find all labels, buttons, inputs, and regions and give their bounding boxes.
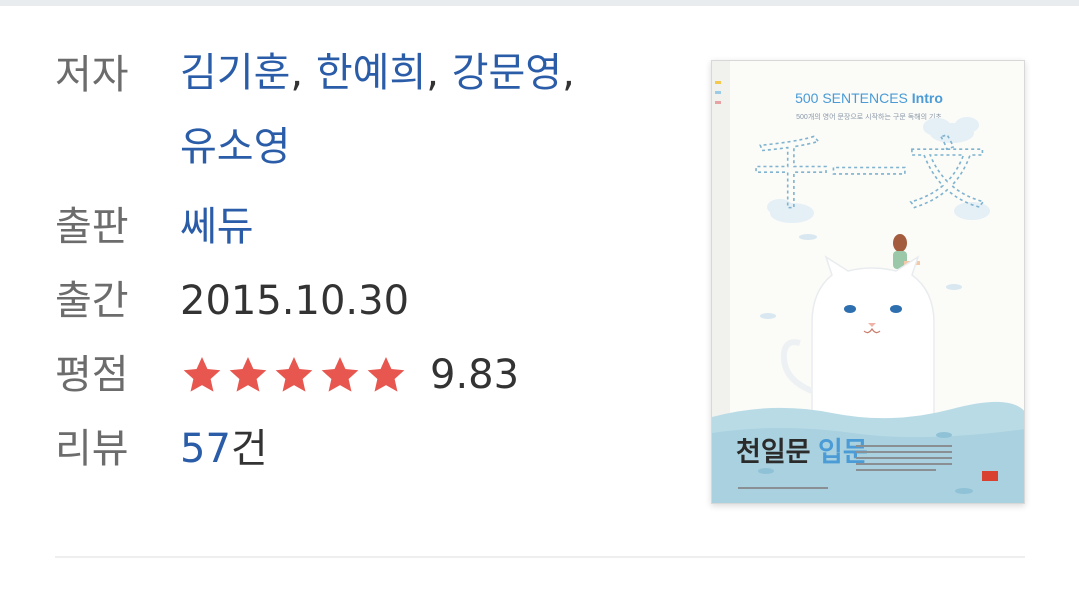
cover-tagline: 500개의 영어 문장으로 시작하는 구문 독해의 기초 [796, 112, 942, 121]
author-link-2[interactable]: 한예희 [316, 50, 426, 96]
review-count[interactable]: 57 [180, 426, 231, 472]
cover-art: 500 SENTENCES Intro 500개의 영어 문장으로 시작하는 구… [712, 61, 1024, 503]
author-separator: , [426, 50, 452, 96]
cover-big-title: 千一文 [752, 130, 986, 220]
rating-row: 평점 9.83 [55, 350, 675, 400]
author-list: 김기훈, 한예희, 강문영, 유소영 [180, 36, 650, 184]
cover-series: 500 SENTENCES Intro [795, 90, 943, 106]
review-row: 리뷰 57건 [55, 424, 675, 474]
bottom-divider [55, 556, 1025, 558]
book-info: 저자 김기훈, 한예희, 강문영, 유소영 출판 쎄듀 출간 2015.10.3… [55, 50, 675, 498]
author-link-4[interactable]: 유소영 [180, 124, 290, 170]
rating-score: 9.83 [430, 352, 520, 398]
author-link-1[interactable]: 김기훈 [180, 50, 290, 96]
publisher-label: 출판 [55, 204, 129, 250]
publication-date: 2015.10.30 [180, 278, 410, 324]
publisher-logo [982, 471, 998, 481]
author-label: 저자 [55, 52, 129, 98]
review-label: 리뷰 [55, 426, 129, 472]
book-cover-image[interactable]: 500 SENTENCES Intro 500개의 영어 문장으로 시작하는 구… [711, 60, 1025, 504]
date-label: 출간 [55, 278, 129, 324]
top-divider [0, 0, 1079, 6]
review-count-link[interactable]: 57건 [180, 424, 268, 474]
author-row: 저자 김기훈, 한예희, 강문영, 유소영 [55, 50, 675, 184]
rating-value-group: 9.83 [180, 350, 519, 400]
cover-title: 천일문 입문 [736, 437, 868, 467]
author-separator: , [290, 50, 316, 96]
rating-stars [180, 353, 408, 397]
author-separator: , [562, 50, 575, 96]
date-row: 출간 2015.10.30 [55, 276, 675, 326]
publisher-link[interactable]: 쎄듀 [180, 202, 254, 252]
rating-label: 평점 [55, 352, 129, 398]
publisher-row: 출판 쎄듀 [55, 202, 675, 252]
star-icon [318, 353, 362, 397]
review-unit: 건 [230, 426, 268, 472]
star-icon [272, 353, 316, 397]
author-link-3[interactable]: 강문영 [452, 50, 562, 96]
star-icon [226, 353, 270, 397]
star-icon [364, 353, 408, 397]
star-icon [180, 353, 224, 397]
